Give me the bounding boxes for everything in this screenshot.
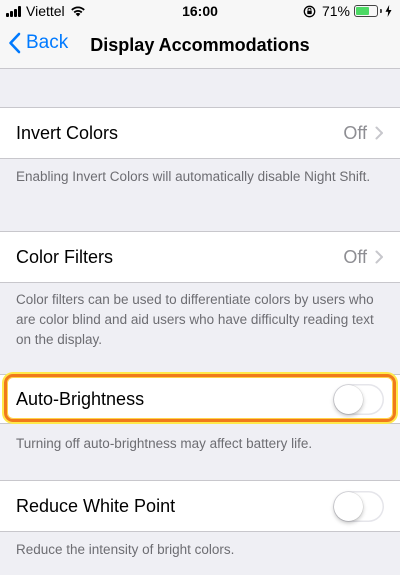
orientation-lock-icon [303, 5, 316, 17]
navigation-bar: Back Display Accommodations [0, 22, 400, 69]
color-filters-label: Color Filters [16, 246, 114, 267]
chevron-right-icon [375, 126, 383, 140]
color-filters-group: Color Filters Off [0, 231, 400, 283]
status-bar: Viettel 16:00 71% [0, 0, 400, 22]
reduce-white-point-footer: Reduce the intensity of bright colors. [16, 542, 235, 557]
battery-fill [356, 7, 369, 15]
invert-colors-row[interactable]: Invert Colors Off [0, 108, 400, 158]
color-filters-footer: Color filters can be used to differentia… [16, 292, 374, 347]
auto-brightness-footer: Turning off auto-brightness may affect b… [16, 436, 313, 451]
battery-icon [354, 5, 378, 17]
toggle-knob [334, 384, 363, 414]
reduce-white-point-label: Reduce White Point [16, 495, 176, 516]
color-filters-row[interactable]: Color Filters Off [0, 232, 400, 282]
auto-brightness-toggle[interactable] [333, 383, 384, 415]
invert-colors-footer: Enabling Invert Colors will automaticall… [16, 169, 371, 184]
reduce-white-point-group: Reduce White Point [0, 480, 400, 532]
battery-percent: 71% [321, 3, 350, 19]
battery-nub [380, 9, 382, 13]
reduce-white-point-row: Reduce White Point [0, 481, 400, 531]
color-filters-value: Off [343, 246, 367, 267]
invert-colors-label: Invert Colors [16, 122, 119, 143]
invert-colors-value: Off [343, 122, 367, 143]
invert-colors-group: Invert Colors Off [0, 107, 400, 159]
auto-brightness-label: Auto-Brightness [16, 388, 145, 409]
status-right: 71% [303, 3, 392, 19]
toggle-knob [334, 491, 363, 521]
auto-brightness-row: Auto-Brightness [0, 375, 400, 423]
auto-brightness-group: Auto-Brightness [0, 374, 400, 424]
chevron-right-icon [375, 250, 383, 264]
reduce-white-point-toggle[interactable] [333, 490, 384, 522]
charging-bolt-icon [385, 5, 392, 17]
page-title: Display Accommodations [90, 35, 310, 55]
